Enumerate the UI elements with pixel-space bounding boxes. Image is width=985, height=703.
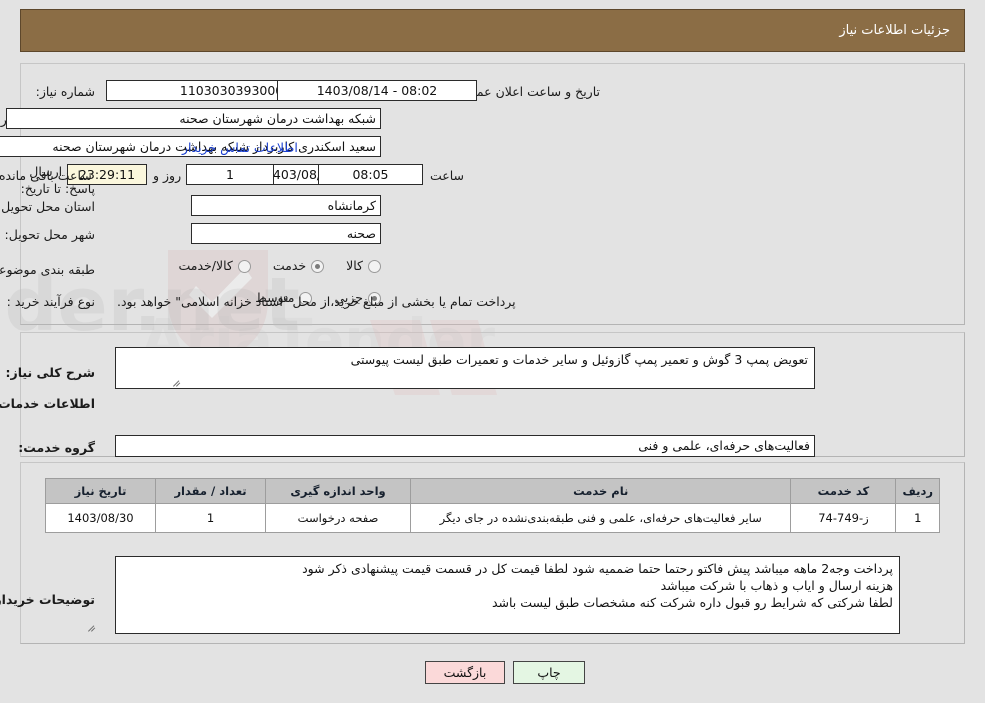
page-title: جزئیات اطلاعات نیاز: [839, 23, 950, 38]
table-header-cell: تاریخ نیاز: [45, 478, 156, 504]
table-header-cell: ردیف: [895, 478, 940, 504]
remaining-days-value: 1: [186, 164, 274, 185]
table-header-row: ردیف کد خدمت نام خدمت واحد اندازه گیری تعداد…: [45, 478, 940, 504]
category-option-0[interactable]: کالا: [346, 258, 381, 274]
remaining-days-label: روز و: [153, 168, 182, 183]
print-button[interactable]: چاپ: [513, 661, 585, 684]
category-option-2[interactable]: کالا/خدمت: [178, 258, 251, 274]
buyer-org-value: شبکه بهداشت درمان شهرستان صحنه: [6, 108, 381, 129]
service-section-title: اطلاعات خدمات مورد نیاز: [0, 396, 95, 411]
service-group-label: گروه خدمت:: [18, 440, 95, 455]
radio-icon[interactable]: [237, 259, 251, 273]
table-row: 1 ز-749-74 سایر فعالیت‌های حرفه‌ای، علمی و…: [45, 503, 940, 533]
category-option-label: کالا/خدمت: [178, 258, 233, 273]
province-label: استان محل تحویل:: [0, 199, 95, 214]
table-cell-qty: 1: [155, 503, 266, 533]
table-cell-code: ز-749-74: [790, 503, 897, 533]
back-button[interactable]: بازگشت: [425, 661, 505, 684]
need-info-panel: [20, 63, 965, 325]
city-label: شهر محل تحویل:: [4, 227, 95, 242]
deadline-time-value: 08:05: [318, 164, 423, 185]
province-value: کرمانشاه: [191, 195, 381, 216]
deadline-time-label: ساعت: [430, 168, 465, 183]
header-bar: جزئیات اطلاعات نیاز: [20, 9, 965, 52]
service-group-value: فعالیت‌های حرفه‌ای، علمی و فنی: [115, 435, 815, 457]
announce-datetime-value: 08:02 - 1403/08/14: [277, 80, 477, 101]
page-root: AriaTender.net AriaTender جزئیات اطلاعات…: [0, 0, 985, 703]
radio-icon[interactable]: [311, 259, 325, 273]
general-desc-textarea[interactable]: تعویض پمپ 3 گوش و تعمیر پمپ گازوئیل و سا…: [115, 347, 815, 389]
table-cell-unit: صفحه درخواست: [265, 503, 411, 533]
buyer-notes-label: توضیحات خریدار:: [0, 592, 95, 607]
remaining-countdown-label: ساعت باقی مانده: [0, 168, 92, 183]
city-value: صحنه: [191, 223, 381, 244]
table-cell-name: سایر فعالیت‌های حرفه‌ای، علمی و فنی طبقه…: [409, 503, 792, 533]
table-header-cell: واحد اندازه گیری: [265, 478, 411, 504]
buyer-contact-link[interactable]: اطلاعات تماس خریدار: [182, 140, 298, 156]
process-label: نوع فرآیند خرید :: [6, 294, 95, 309]
category-option-label: خدمت: [272, 258, 307, 273]
table-body: 1 ز-749-74 سایر فعالیت‌های حرفه‌ای، علمی و…: [45, 503, 940, 533]
payment-note: پرداخت تمام یا بخشی از مبلغ خرید،از محل …: [117, 294, 516, 309]
category-label: طبقه بندی موضوعی:: [0, 262, 95, 277]
radio-icon[interactable]: [368, 259, 381, 273]
service-table: ردیف کد خدمت نام خدمت واحد اندازه گیری تعداد…: [45, 478, 940, 533]
table-header-cell: نام خدمت: [409, 478, 792, 504]
buyer-notes-textarea[interactable]: پرداخت وجه2 ماهه میباشد پیش فاکتو رحتما …: [115, 556, 900, 634]
table-header-cell: کد خدمت: [790, 478, 897, 504]
table-cell-date: 1403/08/30: [45, 503, 156, 533]
need-number-label: شماره نیاز:: [35, 84, 95, 99]
category-radio-group[interactable]: کالا خدمت کالا/خدمت: [178, 258, 381, 274]
table-cell-row: 1: [895, 503, 940, 533]
general-desc-label: شرح کلی نیاز:: [5, 365, 95, 380]
table-header-cell: تعداد / مقدار: [155, 478, 266, 504]
category-option-1[interactable]: خدمت: [272, 258, 325, 274]
category-option-label: کالا: [346, 258, 363, 273]
